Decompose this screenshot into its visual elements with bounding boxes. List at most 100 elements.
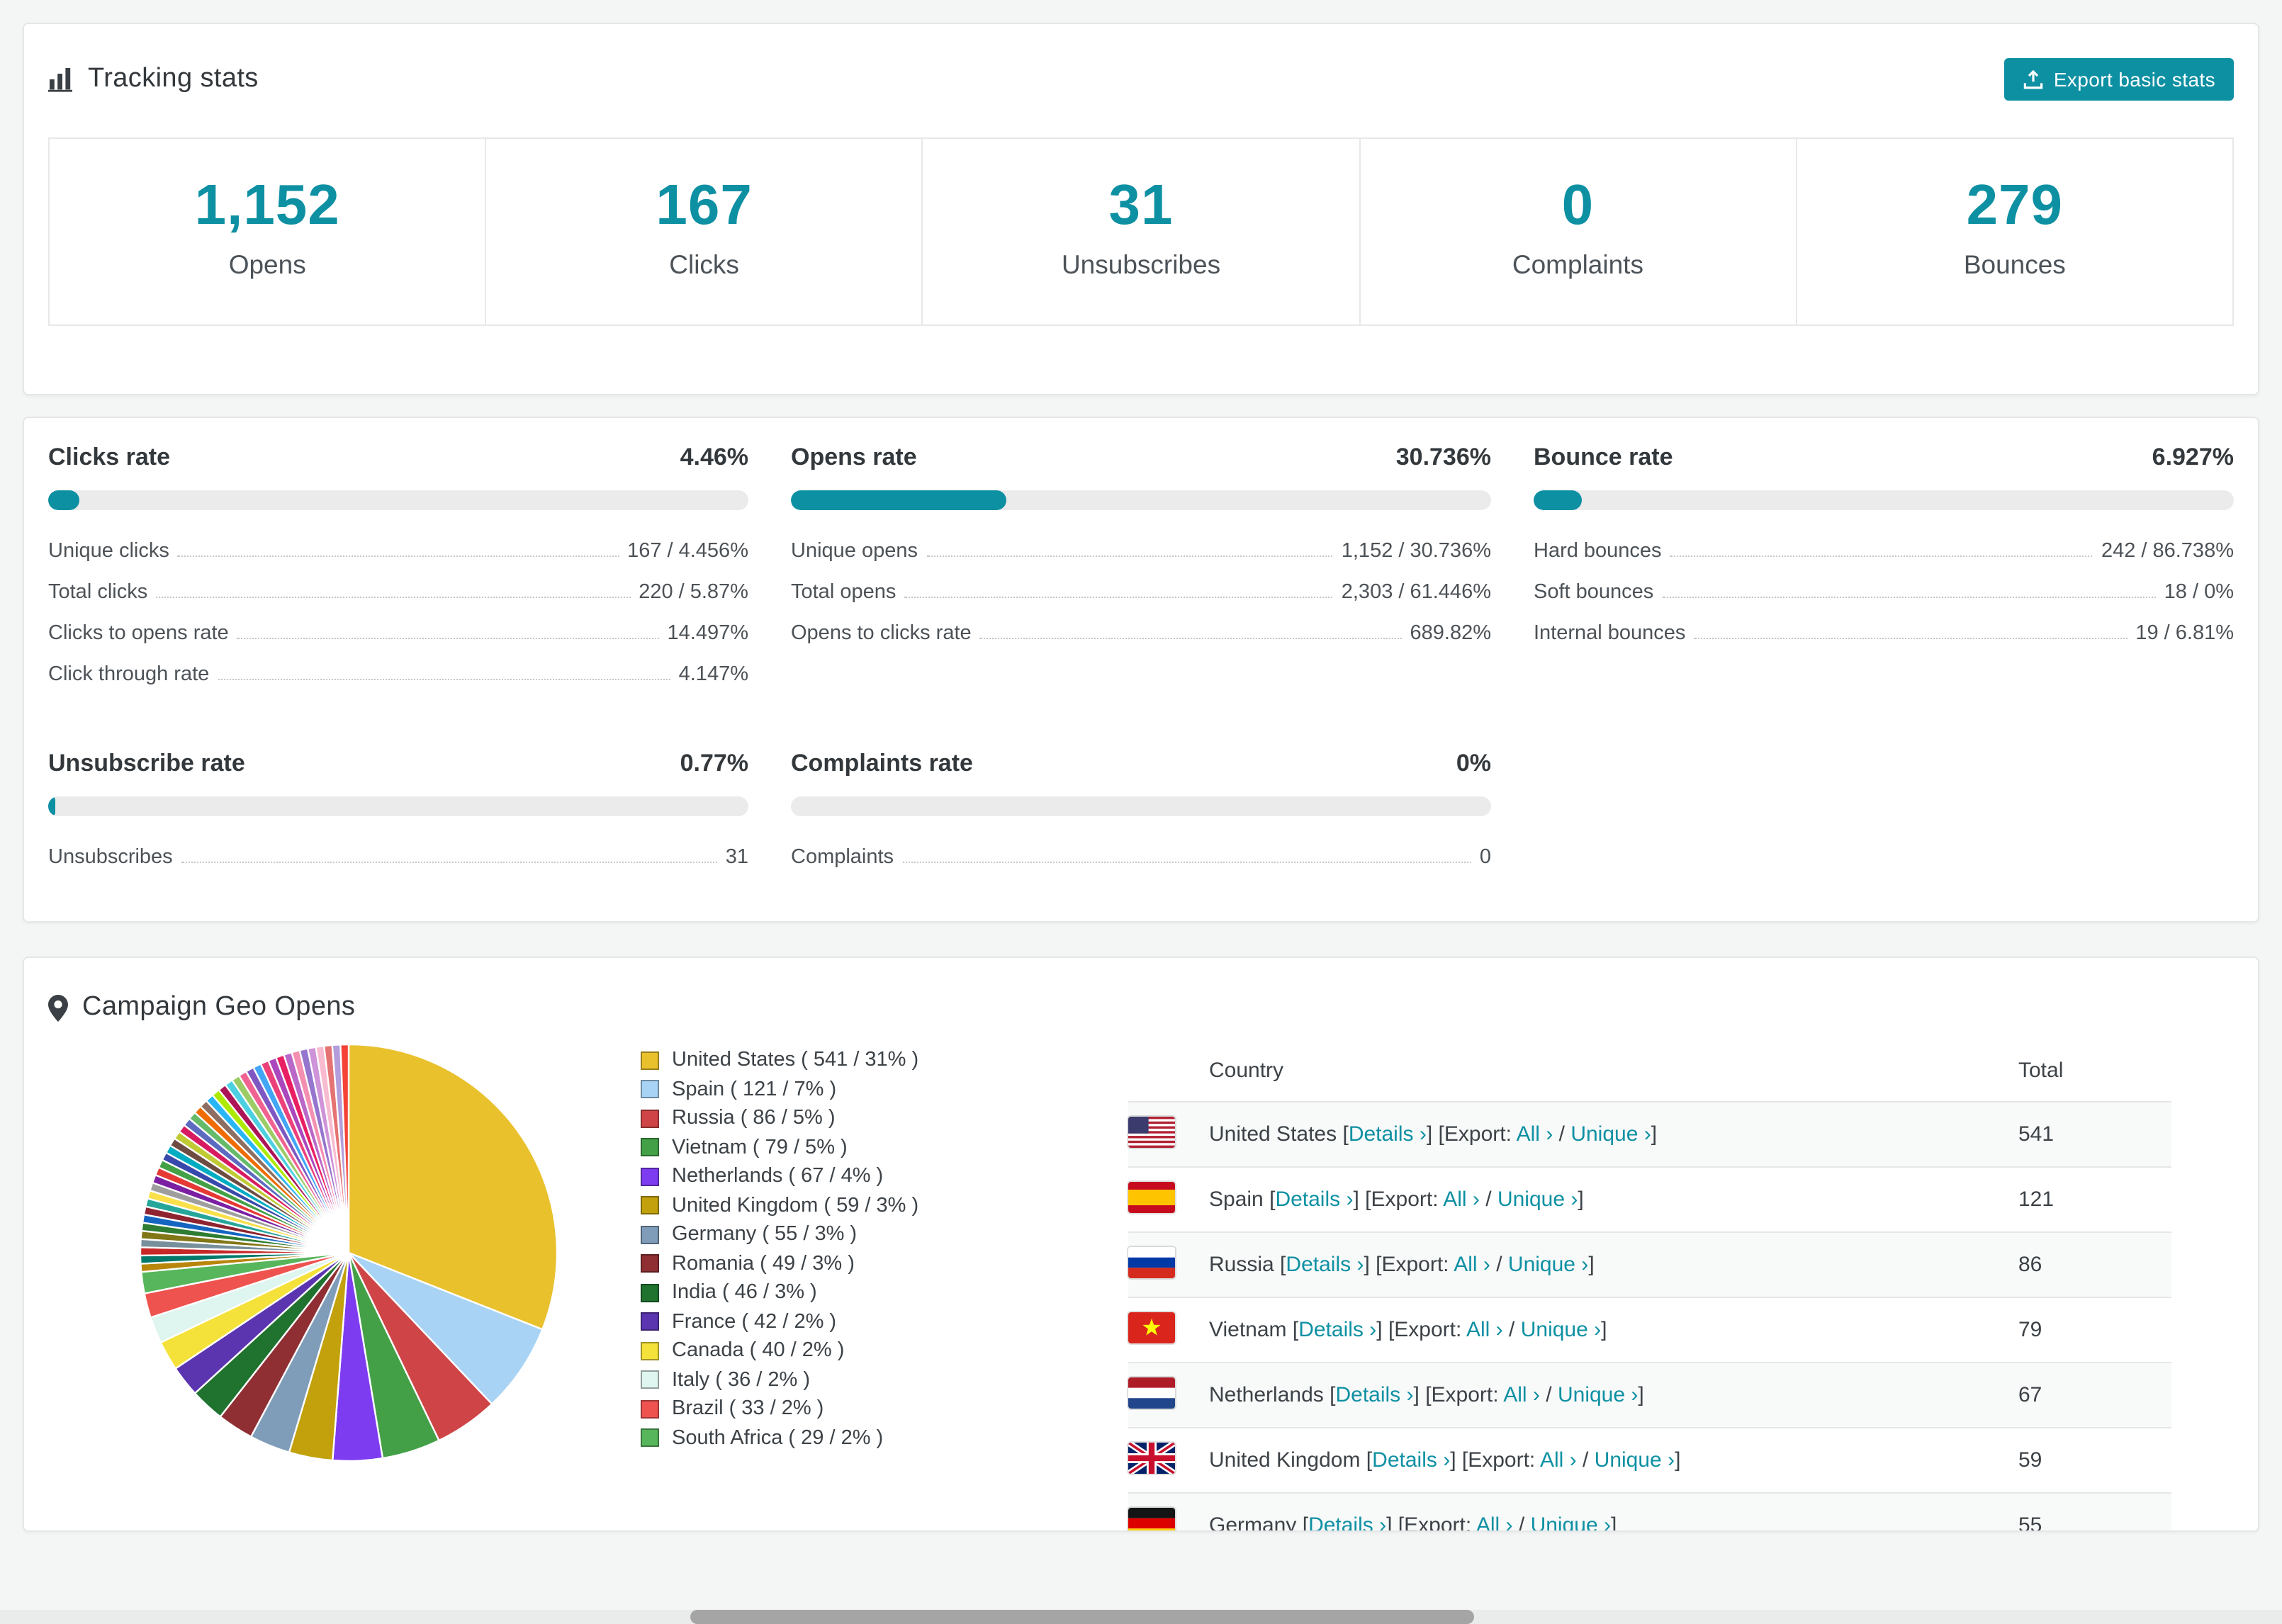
rate-progress-fill (791, 490, 1006, 510)
dotted-leader (926, 556, 1333, 557)
metric-value: 4.147% (678, 663, 748, 686)
metric-value: 14.497% (667, 622, 749, 645)
metric-row: Click through rate 4.147% (48, 655, 748, 696)
geo-table-header-row: Country Total (1128, 1040, 2171, 1103)
export-unique-link[interactable]: Unique › (1570, 1122, 1651, 1146)
legend-swatch (641, 1080, 659, 1099)
dotted-leader (177, 556, 619, 557)
rate-metrics: Unique clicks 167 / 4.456% Total clicks … (48, 531, 748, 696)
stat-value: 279 (1966, 174, 2064, 237)
legend-label: India ( 46 / 3% ) (672, 1281, 817, 1304)
metric-value: 242 / 86.738% (2101, 540, 2234, 563)
punctuation: ] (1578, 1188, 1584, 1212)
rate-percent: 4.46% (680, 444, 748, 470)
rate-title: Clicks rate (48, 444, 170, 470)
export-all-link[interactable]: All › (1466, 1318, 1503, 1342)
metric-label: Unique clicks (48, 540, 169, 563)
country-total: 55 (2018, 1493, 2171, 1530)
details-link[interactable]: Details › (1298, 1318, 1376, 1342)
export-all-link[interactable]: All › (1540, 1448, 1577, 1472)
export-unique-link[interactable]: Unique › (1497, 1188, 1578, 1212)
country-name: United States (1209, 1122, 1337, 1146)
export-all-link[interactable]: All › (1443, 1188, 1480, 1212)
export-basic-stats-button[interactable]: Export basic stats (2003, 58, 2234, 101)
legend-label: Vietnam ( 79 / 5% ) (672, 1136, 848, 1159)
export-button-label: Export basic stats (2053, 68, 2215, 91)
legend-item: Netherlands ( 67 / 4% ) (641, 1162, 944, 1191)
legend-label: Brazil ( 33 / 2% ) (672, 1397, 824, 1421)
metric-label: Internal bounces (1534, 622, 1686, 645)
country-flag-icon (1128, 1442, 1175, 1473)
metric-row: Total clicks 220 / 5.87% (48, 573, 748, 614)
export-label: Export: (1404, 1513, 1476, 1532)
legend-swatch (641, 1341, 659, 1360)
rate-metrics: Unique opens 1,152 / 30.736% Total opens… (791, 531, 1491, 655)
export-all-link[interactable]: All › (1476, 1513, 1513, 1530)
details-link[interactable]: Details › (1349, 1122, 1427, 1146)
country-total: 67 (2018, 1363, 2171, 1428)
details-link[interactable]: Details › (1335, 1383, 1413, 1407)
dotted-leader (1670, 556, 2093, 557)
legend-item: France ( 42 / 2% ) (641, 1307, 944, 1336)
legend-label: France ( 42 / 2% ) (672, 1310, 837, 1333)
details-link[interactable]: Details › (1286, 1253, 1364, 1277)
export-unique-link[interactable]: Unique › (1558, 1383, 1638, 1407)
details-link[interactable]: Details › (1275, 1188, 1353, 1212)
punctuation: ] (1376, 1318, 1388, 1342)
country-name: Russia (1209, 1253, 1274, 1277)
details-link[interactable]: Details › (1372, 1448, 1450, 1472)
export-label: Export: (1468, 1448, 1540, 1472)
export-unique-link[interactable]: Unique › (1508, 1253, 1588, 1277)
punctuation: [ (1360, 1448, 1373, 1472)
details-link[interactable]: Details › (1308, 1513, 1386, 1530)
country-cell: United Kingdom [Details ›] [Export: All … (1209, 1428, 2018, 1494)
export-all-link[interactable]: All › (1517, 1122, 1553, 1146)
geo-table-row: Spain [Details ›] [Export: All › / Uniqu… (1128, 1167, 2171, 1233)
country-total: 59 (2018, 1428, 2171, 1494)
flag-cell (1128, 1297, 1209, 1363)
export-unique-link[interactable]: Unique › (1595, 1448, 1675, 1472)
legend-swatch (641, 1428, 659, 1448)
rates-card: Clicks rate 4.46% Unique clicks 167 / 4.… (23, 417, 2259, 923)
metric-value: 220 / 5.87% (639, 581, 748, 604)
export-unique-link[interactable]: Unique › (1521, 1318, 1601, 1342)
metric-row: Hard bounces 242 / 86.738% (1534, 531, 2234, 573)
rate-progress-fill (48, 490, 80, 510)
dotted-leader (1694, 638, 2128, 639)
metric-row: Unsubscribes 31 (48, 838, 748, 879)
geo-table-row: Netherlands [Details ›] [Export: All › /… (1128, 1363, 2171, 1428)
stat-label: Opens (228, 249, 306, 279)
legend-item: India ( 46 / 3% ) (641, 1278, 944, 1307)
metric-row: Unique opens 1,152 / 30.736% (791, 531, 1491, 573)
metric-label: Complaints (791, 846, 894, 869)
metric-label: Unique opens (791, 540, 918, 563)
rate-header: Opens rate 30.736% (791, 444, 1491, 472)
legend-swatch (641, 1254, 659, 1273)
dotted-leader (181, 862, 717, 863)
summary-stat: 167 Clicks (486, 139, 923, 325)
metric-value: 18 / 0% (2164, 581, 2234, 604)
rate-percent: 0% (1456, 750, 1491, 777)
export-all-link[interactable]: All › (1503, 1383, 1540, 1407)
rate-title: Bounce rate (1534, 444, 1673, 470)
rate-block: Bounce rate 6.927% Hard bounces 242 / 86… (1534, 444, 2234, 696)
country-name: Vietnam (1209, 1318, 1287, 1342)
rate-block: Complaints rate 0% Complaints 0 (791, 750, 1491, 879)
export-unique-link[interactable]: Unique › (1531, 1513, 1611, 1530)
metric-row: Soft bounces 18 / 0% (1534, 573, 2234, 614)
metric-label: Clicks to opens rate (48, 622, 229, 645)
legend-label: Romania ( 49 / 3% ) (672, 1252, 855, 1275)
stat-label: Unsubscribes (1061, 249, 1221, 279)
country-flag-icon (1128, 1181, 1175, 1212)
summary-stat: 1,152 Opens (50, 139, 487, 325)
horizontal-scrollbar (0, 1610, 2282, 1624)
export-all-link[interactable]: All › (1454, 1253, 1490, 1277)
geo-body: United States ( 541 / 31% ) Spain ( 121 … (48, 1040, 2234, 1532)
horizontal-scrollbar-thumb[interactable] (690, 1610, 1474, 1624)
dotted-leader (1662, 597, 2156, 598)
punctuation: / (1512, 1513, 1531, 1532)
metric-value: 1,152 / 30.736% (1341, 540, 1491, 563)
legend-item: United States ( 541 / 31% ) (641, 1046, 944, 1075)
punctuation: ] (1588, 1253, 1595, 1277)
punctuation: [ (1286, 1318, 1299, 1342)
